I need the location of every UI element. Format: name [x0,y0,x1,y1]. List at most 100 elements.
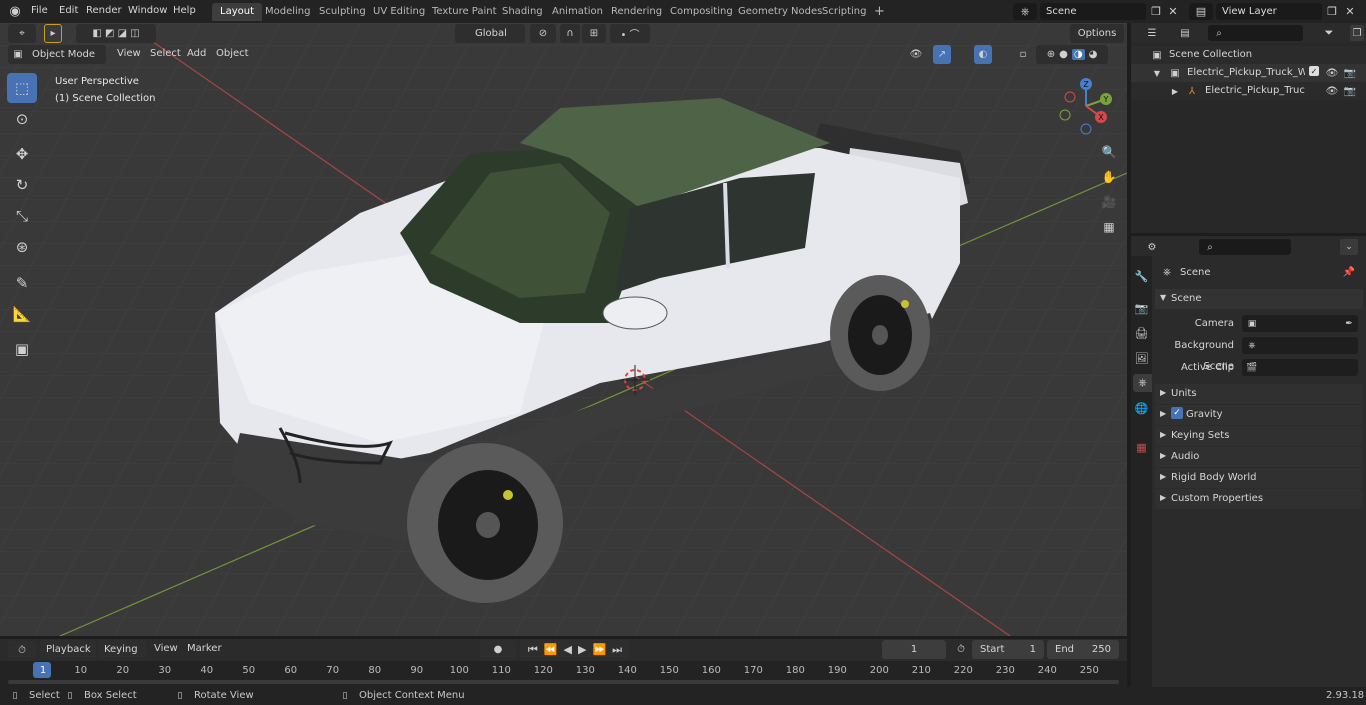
tab-compositing[interactable]: Compositing [662,3,741,21]
world-tab-icon[interactable]: 🌐 [1133,399,1150,417]
view-layer-tab-icon[interactable]: 🖼 [1133,349,1150,367]
tab-rendering[interactable]: Rendering [603,3,670,21]
camera-view-icon[interactable]: 🎥 [1097,190,1121,214]
copy-view-layer-icon[interactable]: ❐ [1324,3,1340,20]
tab-texture-paint[interactable]: Texture Paint [424,3,505,21]
tab-uv-editing[interactable]: UV Editing [365,3,433,21]
filter-icon[interactable]: ⏷ [1316,25,1342,41]
tab-shading[interactable]: Shading [494,3,551,21]
pan-hand-icon[interactable]: ✋ [1097,165,1121,189]
jump-end-icon[interactable]: ⏭ [612,643,622,657]
eyedropper-icon[interactable]: ✒ [1343,315,1355,332]
playback-menu[interactable]: Playback [40,640,96,659]
expand-arrow-icon[interactable]: ▶ [1170,83,1180,99]
properties-editor-icon[interactable]: ⚙ [1137,239,1167,255]
background-scene-field[interactable] [1242,337,1358,354]
material-shading-icon[interactable]: ◑ [1071,49,1085,60]
rendered-shading-icon[interactable]: ◕ [1089,49,1098,60]
tab-animation[interactable]: Animation [544,3,611,21]
menu-edit[interactable]: Edit [59,0,78,22]
output-tab-icon[interactable]: 🖨 [1133,324,1150,342]
shading-mode-icons[interactable]: ⊕ ● ◑ ◕ [1036,45,1108,64]
jump-start-icon[interactable]: ⏮ [528,643,538,657]
scene-tab-icon[interactable]: ⎈ [1133,374,1152,392]
tab-modeling[interactable]: Modeling [257,3,319,21]
close-view-layer-icon[interactable]: ✕ [1343,3,1357,20]
options-chevron-icon[interactable]: ⌄ [1340,239,1358,255]
menu-help[interactable]: Help [173,0,196,22]
tab-layout[interactable]: Layout [212,3,262,21]
close-icon[interactable]: ✕ [1166,3,1180,20]
tool-tab-icon[interactable]: 🔧 [1133,267,1150,285]
transform-orientation-dropdown[interactable]: Global [455,24,525,43]
menu-file[interactable]: File [31,0,48,22]
timeline-menu-marker[interactable]: Marker [187,638,222,660]
include-checkbox[interactable]: ✓ [1309,66,1319,76]
select-mode-icons[interactable]: ◧ ◩ ◪ ◫ [76,24,156,43]
current-frame-field[interactable]: 1 [882,640,946,659]
add-workspace-button[interactable]: + [866,3,893,21]
menu-render[interactable]: Render [86,0,122,22]
solid-shading-icon[interactable]: ● [1059,49,1068,60]
end-frame-field[interactable]: End 250 [1047,640,1119,659]
timeline-menu-view[interactable]: View [154,638,178,660]
select-box-tool-icon[interactable]: ⬚ [7,73,37,103]
navigation-gizmo[interactable]: Z Y X [1055,75,1117,137]
eye-icon[interactable]: 👁 [1325,83,1339,99]
options-dropdown[interactable]: Options [1070,24,1124,43]
truck-model[interactable] [0,23,1127,636]
viewport-menu-select[interactable]: Select [150,43,181,65]
view-layer-field[interactable]: View Layer [1216,3,1322,20]
gravity-checkbox[interactable]: ✓ [1171,407,1183,419]
view-layer-browse-icon[interactable]: ▤ [1189,3,1213,20]
overlay-toggle-icon[interactable]: ◐ [974,45,992,64]
scene-browse-icon[interactable]: ⎈ [1013,3,1037,20]
play-reverse-icon[interactable]: ◀ [564,643,572,656]
zoom-icon[interactable]: 🔍 [1097,140,1121,164]
eye-icon[interactable]: 👁 [1325,65,1339,81]
record-button[interactable]: ● [480,640,516,659]
stopwatch-icon[interactable]: ⏱ [952,640,970,659]
transform-tool-icon[interactable]: ⊛ [7,232,37,262]
select-tool-icon[interactable]: ▸ [44,24,62,43]
blender-logo-icon[interactable]: ◉ [6,3,24,20]
prev-keyframe-icon[interactable]: ⏪ [544,643,558,656]
annotate-tool-icon[interactable]: ✎ [7,268,37,298]
outliner-editor-icon[interactable]: ☰ [1137,25,1167,41]
move-tool-icon[interactable]: ✥ [7,139,37,169]
start-frame-field[interactable]: Start 1 [972,640,1044,659]
active-clip-field[interactable] [1242,359,1358,376]
pivot-point-icon[interactable]: ⊘ [530,24,556,43]
wireframe-shading-icon[interactable]: ⊕ [1047,49,1055,60]
play-icon[interactable]: ▶ [578,643,586,656]
expand-arrow-icon[interactable]: ▼ [1152,65,1162,81]
rotate-tool-icon[interactable]: ↻ [7,170,37,200]
3d-viewport[interactable] [0,23,1127,636]
next-keyframe-icon[interactable]: ⏩ [592,643,606,656]
scene-name-field[interactable]: Scene [1040,3,1146,20]
camera-render-icon[interactable]: 📷 [1343,65,1357,81]
measure-tool-icon[interactable]: 📐 [7,299,37,329]
editor-type-icon[interactable]: ⌖ [8,24,36,43]
camera-field[interactable] [1242,315,1358,332]
viewport-menu-view[interactable]: View [117,43,141,65]
copy-scene-icon[interactable]: ❐ [1148,3,1164,20]
viewport-menu-object[interactable]: Object [216,43,249,65]
scale-tool-icon[interactable]: ⤡ [7,201,37,231]
playback-controls[interactable]: ⏮ ⏪ ◀ ▶ ⏩ ⏭ [520,640,630,659]
keying-menu[interactable]: Keying [98,640,146,659]
snap-target-icon[interactable]: ⊞ [582,24,606,43]
gizmo-toggle-icon[interactable]: ↗ [933,45,951,64]
cursor-tool-icon[interactable]: ⊙ [7,104,37,134]
snap-icon[interactable]: ∩ [560,24,580,43]
display-mode-icon[interactable]: ▤ [1172,25,1198,41]
pin-icon[interactable]: 📌 [1342,264,1356,280]
render-tab-icon[interactable]: 📷 [1133,299,1150,317]
xray-icon[interactable]: ▫ [1014,45,1032,64]
add-cube-tool-icon[interactable]: ▣ [7,334,37,364]
menu-window[interactable]: Window [128,0,167,22]
timeline-editor-icon[interactable]: ⏱ [8,641,36,659]
visibility-icon[interactable]: 👁 [902,45,930,64]
proportional-edit-icon[interactable]: • ⌒ [610,24,650,43]
perspective-toggle-icon[interactable]: ▦ [1097,215,1121,239]
